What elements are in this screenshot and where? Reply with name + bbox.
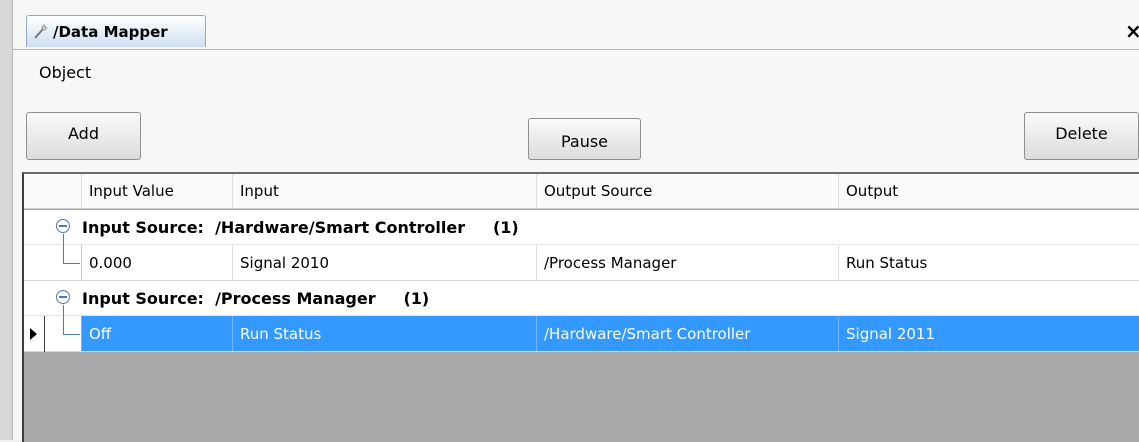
window-left-frame: [0, 0, 13, 440]
header-selector-cell: [24, 174, 82, 208]
header-input-value[interactable]: Input Value: [82, 174, 233, 208]
tab-strip: /Data Mapper ×: [13, 0, 1139, 50]
mapping-grid: Input Value Input Output Source Output I…: [22, 172, 1139, 442]
cell-input-value[interactable]: 0.000: [82, 245, 233, 280]
add-button[interactable]: Add: [26, 112, 141, 160]
delete-button[interactable]: Delete: [1024, 112, 1139, 160]
tab-data-mapper[interactable]: /Data Mapper: [26, 15, 206, 47]
collapse-icon[interactable]: [56, 290, 70, 304]
group-row[interactable]: Input Source: /Hardware/Smart Controller…: [24, 210, 1139, 246]
current-row-arrow-icon: [30, 328, 37, 340]
table-row-selected[interactable]: Off Run Status /Hardware/Smart Controlle…: [24, 316, 1139, 352]
group-label: Input Source: /Hardware/Smart Controller…: [82, 218, 519, 237]
collapse-icon[interactable]: [56, 219, 70, 233]
row-selector[interactable]: [24, 316, 82, 352]
header-input[interactable]: Input: [233, 174, 537, 208]
cell-output-source[interactable]: /Hardware/Smart Controller: [537, 316, 839, 351]
tree-line: [63, 245, 64, 264]
row-selector[interactable]: [24, 245, 82, 280]
selector-divider: [44, 316, 45, 352]
grid-empty-area: [24, 352, 1139, 442]
tree-branch: [63, 334, 80, 335]
grid-header: Input Value Input Output Source Output: [24, 174, 1139, 209]
cell-input[interactable]: Signal 2010: [233, 245, 537, 280]
cell-input[interactable]: Run Status: [233, 316, 537, 351]
group-row[interactable]: Input Source: /Process Manager (1): [24, 281, 1139, 317]
table-row[interactable]: 0.000 Signal 2010 /Process Manager Run S…: [24, 245, 1139, 281]
header-output-source[interactable]: Output Source: [537, 174, 839, 208]
menu-bar: Object: [13, 50, 1139, 92]
wand-icon: [27, 23, 53, 40]
menu-object[interactable]: Object: [39, 63, 91, 82]
header-output[interactable]: Output: [839, 174, 1139, 208]
cell-output[interactable]: Run Status: [839, 245, 1139, 280]
tab-title: /Data Mapper: [53, 22, 168, 41]
cell-input-value[interactable]: Off: [82, 316, 233, 351]
cell-output[interactable]: Signal 2011: [839, 316, 1139, 351]
cell-output-source[interactable]: /Process Manager: [537, 245, 839, 280]
data-mapper-panel: /Data Mapper × Object Add Pause Delete I…: [13, 0, 1139, 442]
group-label: Input Source: /Process Manager (1): [82, 289, 430, 308]
tree-line: [63, 316, 64, 335]
pause-button[interactable]: Pause: [528, 118, 641, 160]
close-icon[interactable]: ×: [1125, 17, 1139, 45]
tree-branch: [63, 263, 80, 264]
